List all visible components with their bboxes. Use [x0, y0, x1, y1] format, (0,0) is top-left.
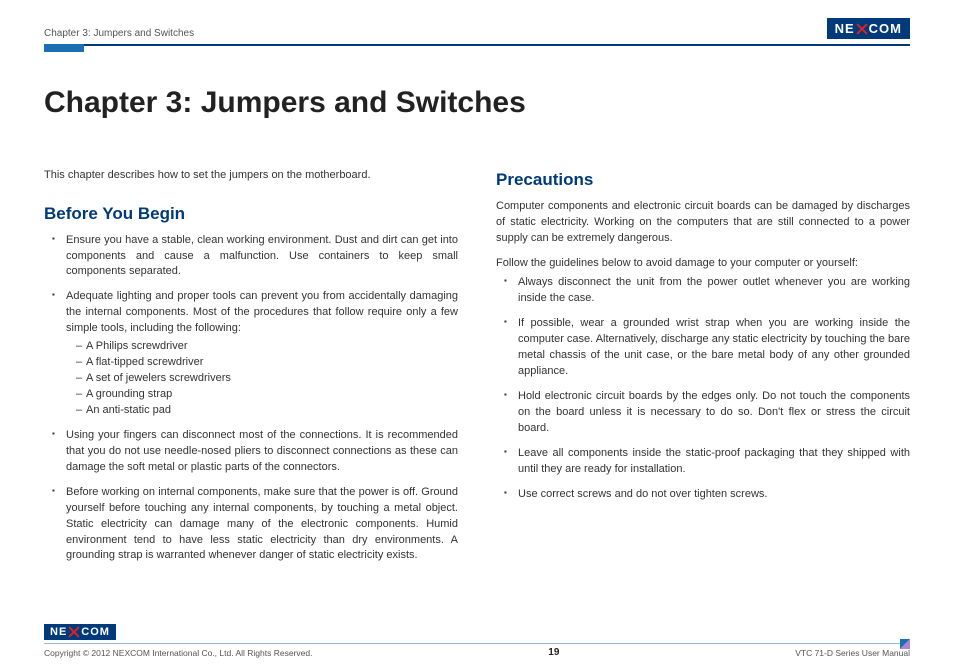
list-item: Use correct screws and do not over tight… [508, 487, 910, 503]
logo-text-pre: NE [835, 21, 855, 36]
sub-item: A set of jewelers screwdrivers [76, 371, 458, 387]
footer-logo-pre: NE [50, 626, 67, 638]
footer-rule [44, 643, 910, 644]
list-item: Before working on internal components, m… [56, 485, 458, 565]
sub-item: A flat-tipped screwdriver [76, 355, 458, 371]
page-content: Chapter 3: Jumpers and Switches This cha… [44, 46, 910, 573]
precautions-intro: Computer components and electronic circu… [496, 199, 910, 247]
precautions-follow: Follow the guidelines below to avoid dam… [496, 256, 910, 272]
tool-sublist: A Philips screwdriver A flat-tipped scre… [66, 339, 458, 419]
brand-logo: NE COM [827, 18, 910, 39]
section-heading-precautions: Precautions [496, 168, 910, 193]
copyright-text: Copyright © 2012 NEXCOM International Co… [44, 648, 312, 658]
sub-item: An anti-static pad [76, 403, 458, 419]
sub-item: A grounding strap [76, 387, 458, 403]
sub-item: A Philips screwdriver [76, 339, 458, 355]
chapter-title: Chapter 3: Jumpers and Switches [44, 86, 910, 120]
footer-logo-post: COM [81, 626, 110, 638]
list-item: Leave all components inside the static-p… [508, 446, 910, 478]
section-heading-before: Before You Begin [44, 202, 458, 227]
list-item: Ensure you have a stable, clean working … [56, 233, 458, 281]
doc-title: VTC 71-D Series User Manual [795, 648, 910, 658]
chapter-intro: This chapter describes how to set the ju… [44, 168, 458, 184]
logo-x-icon [68, 626, 80, 638]
precautions-bullets: Always disconnect the unit from the powe… [496, 275, 910, 502]
page-footer: NE COM Copyright © 2012 NEXCOM Internatio… [44, 622, 910, 658]
page-number: 19 [548, 647, 559, 658]
list-item: Always disconnect the unit from the powe… [508, 275, 910, 307]
before-bullets: Ensure you have a stable, clean working … [44, 233, 458, 565]
header-rule [44, 44, 910, 46]
list-item: If possible, wear a grounded wrist strap… [508, 316, 910, 380]
footer-logo: NE COM [44, 624, 116, 640]
breadcrumb: Chapter 3: Jumpers and Switches [44, 28, 194, 39]
list-item: Adequate lighting and proper tools can p… [56, 289, 458, 419]
page-header: Chapter 3: Jumpers and Switches NE COM [44, 18, 910, 42]
list-item: Using your fingers can disconnect most o… [56, 428, 458, 476]
list-item: Hold electronic circuit boards by the ed… [508, 389, 910, 437]
logo-text-post: COM [869, 21, 902, 36]
logo-x-icon [856, 23, 868, 35]
left-column: This chapter describes how to set the ju… [44, 168, 458, 573]
right-column: Precautions Computer components and elec… [496, 168, 910, 573]
